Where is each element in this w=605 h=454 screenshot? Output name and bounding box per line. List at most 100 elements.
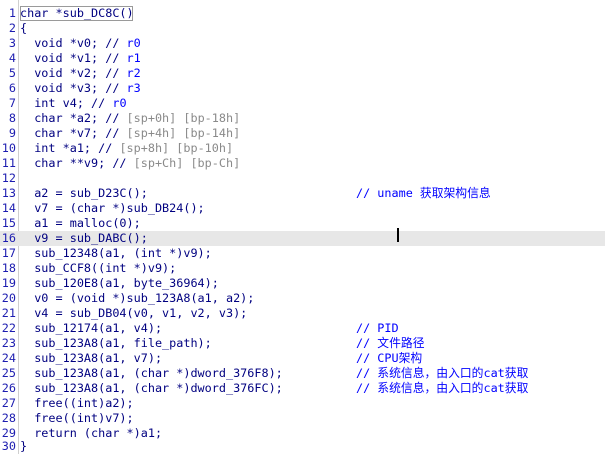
line-number: 16 <box>1 231 16 245</box>
code-line[interactable]: 1 char *sub_DC8C() <box>0 6 605 21</box>
line-number: 17 <box>1 246 16 260</box>
code-text[interactable]: sub_12174(a1, v4); <box>20 321 162 336</box>
code-line[interactable]: 30} <box>0 439 605 454</box>
code-text[interactable]: int v4; // r0 <box>20 96 127 111</box>
line-number: 28 <box>1 411 16 425</box>
line-number: 20 <box>1 291 16 305</box>
inline-comment: // PID <box>356 321 399 335</box>
code-text[interactable]: v7 = (char *)sub_DB24(); <box>20 201 204 216</box>
code-line[interactable]: 22 sub_12174(a1, v4); // PID <box>0 321 605 336</box>
line-number: 13 <box>1 186 16 200</box>
code-text[interactable]: { <box>20 21 27 36</box>
decl-text: int v4; // <box>20 96 113 110</box>
code-text[interactable]: sub_120E8(a1, byte_36964); <box>20 276 219 291</box>
register-comment: r0 <box>112 96 127 110</box>
code-line[interactable]: 10 int *a1; // [sp+8h] [bp-10h] <box>0 141 605 156</box>
code-line[interactable]: 21 v4 = sub_DB04(v0, v1, v2, v3); <box>0 306 605 321</box>
code-line[interactable]: 17 sub_12348(a1, (int *)v9); <box>0 246 605 261</box>
code-text[interactable]: int *a1; // [sp+8h] [bp-10h] <box>20 141 233 156</box>
decl-text: void *v0; // <box>20 36 127 50</box>
code-line[interactable]: 9 char *v7; // [sp+4h] [bp-14h] <box>0 126 605 141</box>
code-text[interactable]: char *a2; // [sp+0h] [bp-18h] <box>20 111 240 126</box>
code-line[interactable]: 3 void *v0; // r0 <box>0 36 605 51</box>
line-number: 14 <box>1 201 16 215</box>
code-text[interactable]: sub_123A8(a1, (char *)dword_376FC); <box>20 381 283 396</box>
line-number: 23 <box>1 336 16 350</box>
line-number: 2 <box>8 21 16 35</box>
code-text[interactable]: v4 = sub_DB04(v0, v1, v2, v3); <box>20 306 247 321</box>
code-text[interactable]: a1 = malloc(0); <box>20 216 141 231</box>
line-number: 27 <box>1 396 16 410</box>
code-text[interactable]: char **v9; // [sp+Ch] [bp-Ch] <box>20 156 240 171</box>
code-text[interactable]: void *v2; // r2 <box>20 66 141 81</box>
line-number: 7 <box>8 96 16 110</box>
line-number: 9 <box>8 126 16 140</box>
code-text[interactable]: } <box>20 439 27 454</box>
pseudocode-editor[interactable]: 1 char *sub_DC8C() 2{ 3 void *v0; // r0 4… <box>0 0 605 454</box>
code-line[interactable]: 6 void *v3; // r3 <box>0 81 605 96</box>
line-number: 3 <box>8 36 16 50</box>
code-text[interactable]: sub_123A8(a1, v7); <box>20 351 162 366</box>
inline-comment: // uname 获取架构信息 <box>356 186 491 200</box>
code-text[interactable]: char *sub_DC8C() <box>20 6 134 21</box>
line-number: 15 <box>1 216 16 230</box>
code-line[interactable]: 2{ <box>0 21 605 36</box>
code-text[interactable]: sub_CCF8((int *)v9); <box>20 261 176 276</box>
code-text[interactable]: sub_123A8(a1, (char *)dword_376F8); <box>20 366 283 381</box>
code-text[interactable]: void *v1; // r1 <box>20 51 141 66</box>
code-line[interactable]: 23 sub_123A8(a1, file_path); // 文件路径 <box>0 336 605 351</box>
code-line[interactable]: 24 sub_123A8(a1, v7); // CPU架构 <box>0 351 605 366</box>
code-line-highlighted[interactable]: 16 v9 = sub_DABC(); <box>0 231 605 246</box>
inline-comment: // CPU架构 <box>356 351 423 365</box>
line-number: 12 <box>1 171 16 185</box>
code-text[interactable]: sub_123A8(a1, file_path); <box>20 336 212 351</box>
code-line[interactable]: 11 char **v9; // [sp+Ch] [bp-Ch] <box>0 156 605 171</box>
text-caret <box>397 228 399 242</box>
inline-comment: // 文件路径 <box>356 336 425 350</box>
code-text[interactable]: free((int)a2); <box>20 396 133 411</box>
line-number: 4 <box>8 51 16 65</box>
register-comment: r1 <box>126 51 141 65</box>
code-text[interactable]: v0 = (void *)sub_123A8(a1, a2); <box>20 291 254 306</box>
code-line[interactable]: 5 void *v2; // r2 <box>0 66 605 81</box>
line-number: 6 <box>8 81 16 95</box>
code-line[interactable]: 28 free((int)v7); <box>0 411 605 426</box>
code-text[interactable]: v9 = sub_DABC(); <box>20 231 148 246</box>
register-comment: r3 <box>126 81 141 95</box>
code-line[interactable]: 15 a1 = malloc(0); <box>0 216 605 231</box>
code-line[interactable]: 25 sub_123A8(a1, (char *)dword_376F8); //… <box>0 366 605 381</box>
line-number: 25 <box>1 366 16 380</box>
code-line[interactable]: 12 <box>0 171 605 186</box>
code-text[interactable]: char *v7; // [sp+4h] [bp-14h] <box>20 126 240 141</box>
code-line[interactable]: 4 void *v1; // r1 <box>0 51 605 66</box>
code-line[interactable]: 20 v0 = (void *)sub_123A8(a1, a2); <box>0 291 605 306</box>
code-line[interactable]: 18 sub_CCF8((int *)v9); <box>0 261 605 276</box>
code-line[interactable]: 8 char *a2; // [sp+0h] [bp-18h] <box>0 111 605 126</box>
line-number: 26 <box>1 381 16 395</box>
decl-text: char **v9; // <box>20 156 134 170</box>
code-line[interactable]: 14 v7 = (char *)sub_DB24(); <box>0 201 605 216</box>
code-text[interactable]: sub_12348(a1, (int *)v9); <box>20 246 212 261</box>
line-number: 10 <box>1 141 16 155</box>
line-number: 11 <box>1 156 16 170</box>
line-number: 21 <box>1 306 16 320</box>
line-number: 30 <box>1 439 16 453</box>
decl-text: void *v1; // <box>20 51 127 65</box>
line-number: 19 <box>1 276 16 290</box>
inline-comment: // 系统信息，由入口的cat获取 <box>356 381 529 395</box>
decl-text: void *v3; // <box>20 81 127 95</box>
code-line[interactable]: 13 a2 = sub_D23C(); // uname 获取架构信息 <box>0 186 605 201</box>
code-line[interactable]: 27 free((int)a2); <box>0 396 605 411</box>
code-line[interactable]: 7 int v4; // r0 <box>0 96 605 111</box>
inline-comment: // 系统信息，由入口的cat获取 <box>356 366 529 380</box>
code-line[interactable]: 19 sub_120E8(a1, byte_36964); <box>0 276 605 291</box>
line-number: 24 <box>1 351 16 365</box>
stack-comment: [sp+Ch] [bp-Ch] <box>133 156 241 170</box>
code-line[interactable]: 26 sub_123A8(a1, (char *)dword_376FC); //… <box>0 381 605 396</box>
line-number: 1 <box>8 6 16 20</box>
code-text[interactable]: void *v3; // r3 <box>20 81 141 96</box>
code-text[interactable]: void *v0; // r0 <box>20 36 141 51</box>
code-text[interactable]: a2 = sub_D23C(); <box>20 186 148 201</box>
code-text[interactable]: free((int)v7); <box>20 411 133 426</box>
line-number: 5 <box>8 66 16 80</box>
